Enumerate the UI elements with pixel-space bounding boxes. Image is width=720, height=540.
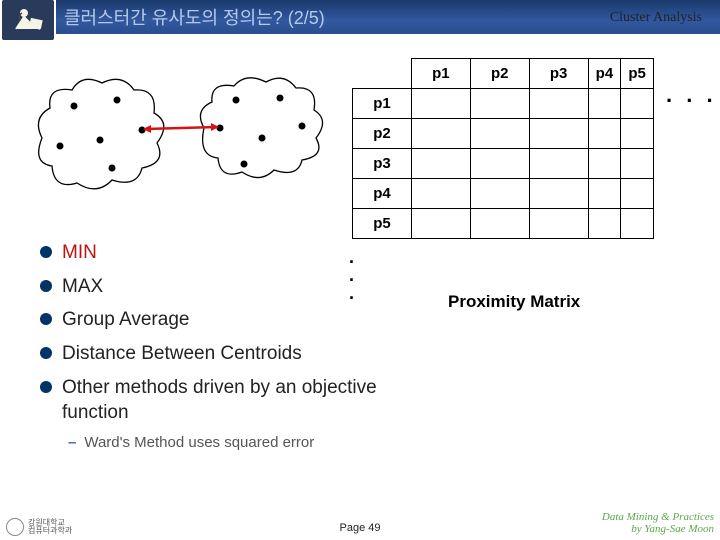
dash-icon: –	[68, 434, 76, 451]
bullet-list: MIN MAX Group Average Distance Between C…	[40, 240, 400, 451]
row-header: p3	[353, 149, 412, 179]
slide: 클러스터간 유사도의 정의는? (2/5) Cluster Analysis	[0, 0, 720, 540]
bullet-icon	[40, 381, 52, 393]
list-item-distance-centroids: Distance Between Centroids	[40, 341, 400, 367]
cluster-illustration	[22, 68, 332, 218]
matrix-table: p1 p2 p3 p4 p5 p1 p2 p3 p4 p5	[352, 58, 654, 239]
ellipsis-horizontal: . . .	[666, 82, 717, 108]
page-number: Page 49	[340, 522, 381, 534]
list-item-other-methods: Other methods driven by an objective fun…	[40, 375, 400, 426]
university-seal-icon	[6, 518, 24, 536]
row-header: p4	[353, 179, 412, 209]
person-reading-icon	[6, 3, 50, 37]
row-header: p1	[353, 89, 412, 119]
list-subitem-wards: –Ward's Method uses squared error	[68, 434, 400, 451]
col-header: p3	[529, 59, 588, 89]
bullet-icon	[40, 280, 52, 292]
list-item-max: MAX	[40, 274, 400, 300]
proximity-matrix-label: Proximity Matrix	[448, 292, 580, 312]
footer: 강원대학교 컴퓨터과학과 Page 49 Data Mining & Pract…	[0, 512, 720, 540]
row-header: p5	[353, 209, 412, 239]
header-right-label: Cluster Analysis	[610, 10, 702, 26]
title-logo	[2, 0, 54, 40]
bullet-icon	[40, 313, 52, 325]
col-header: p2	[470, 59, 529, 89]
footer-logo: 강원대학교 컴퓨터과학과	[6, 518, 72, 536]
content-area: p1 p2 p3 p4 p5 p1 p2 p3 p4 p5 . . . . . …	[0, 40, 720, 512]
footer-credit: Data Mining & Practices by Yang-Sae Moon	[602, 511, 714, 536]
col-header: p4	[588, 59, 621, 89]
footer-logo-text: 강원대학교 컴퓨터과학과	[28, 519, 72, 535]
bullet-icon	[40, 246, 52, 258]
list-item-group-average: Group Average	[40, 307, 400, 333]
proximity-matrix: p1 p2 p3 p4 p5 p1 p2 p3 p4 p5	[352, 58, 704, 239]
row-header: p2	[353, 119, 412, 149]
col-header: p5	[621, 59, 654, 89]
bullet-icon	[40, 347, 52, 359]
col-header: p1	[411, 59, 470, 89]
list-item-min: MIN	[40, 240, 400, 266]
slide-title: 클러스터간 유사도의 정의는? (2/5)	[64, 4, 325, 30]
